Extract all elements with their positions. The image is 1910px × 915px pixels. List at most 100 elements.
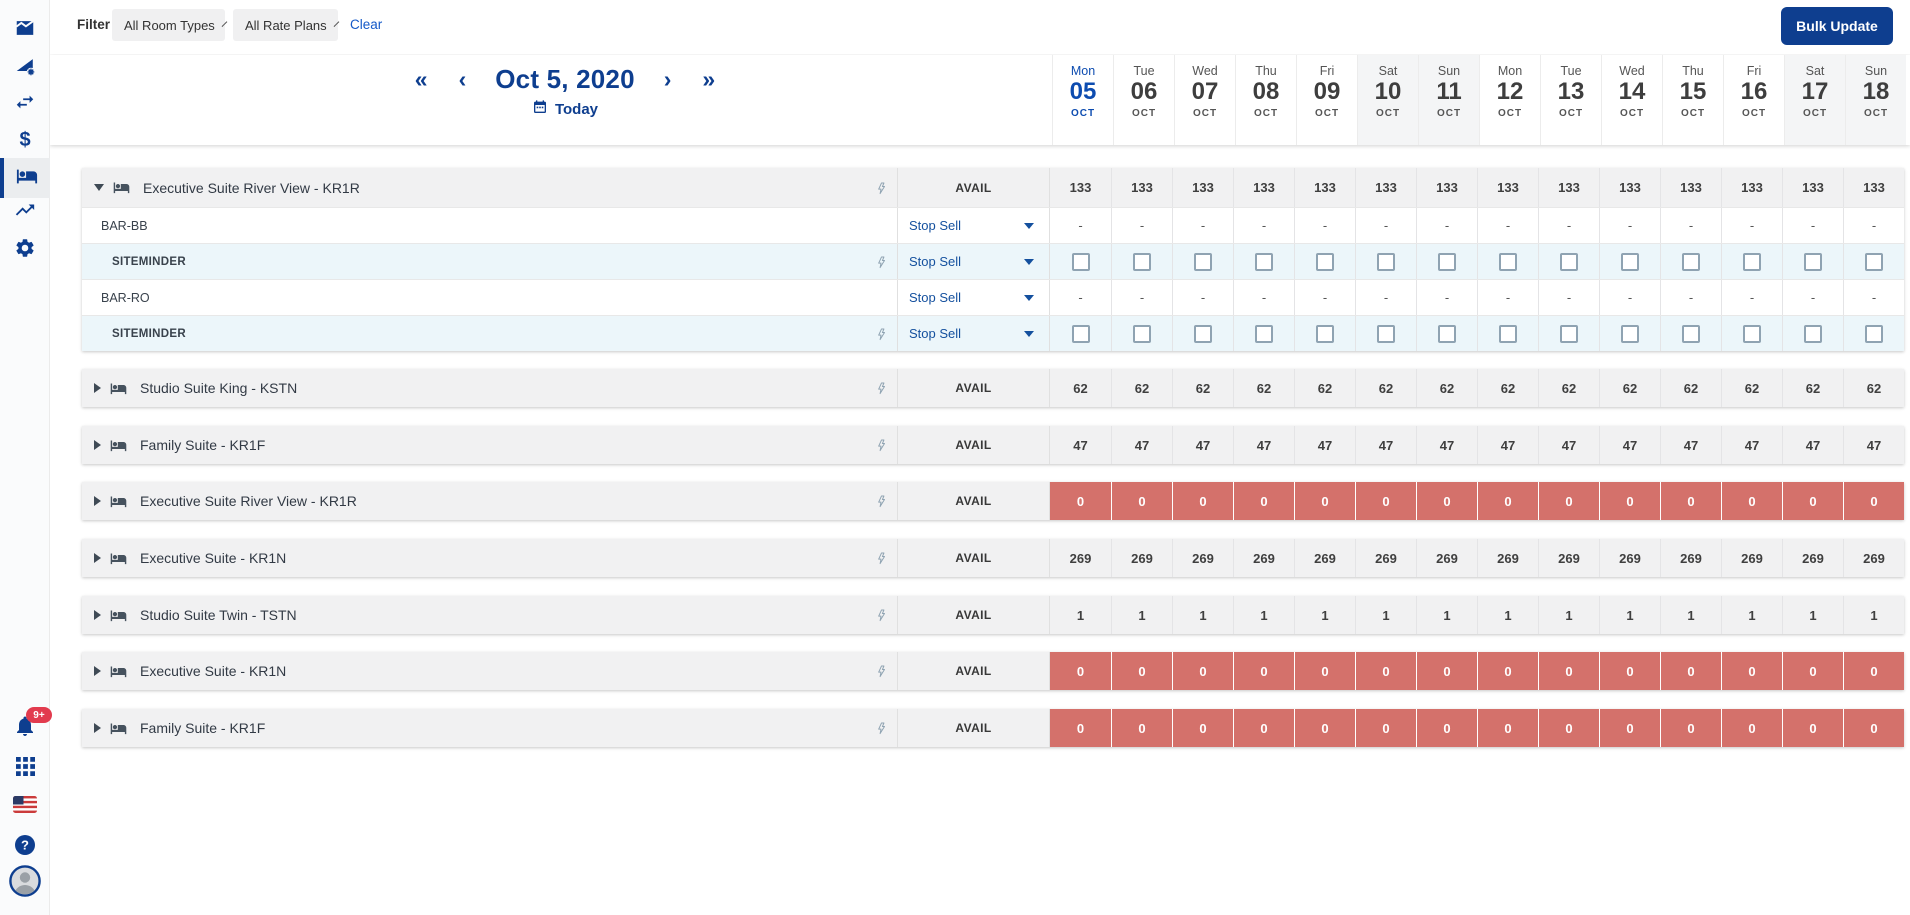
stop-sell-checkbox[interactable] [1560, 324, 1578, 343]
sidebar-item-help[interactable]: ? [0, 829, 50, 865]
stop-sell-checkbox[interactable] [1682, 324, 1700, 343]
stop-sell-cell[interactable] [1050, 244, 1111, 279]
sidebar-item-trending-up[interactable] [0, 194, 50, 230]
sidebar-item-rooms-bed[interactable] [0, 158, 50, 198]
stop-sell-cell[interactable] [1660, 244, 1721, 279]
stop-sell-checkbox[interactable] [1194, 252, 1212, 271]
stop-sell-checkbox[interactable] [1499, 324, 1517, 343]
stop-sell-checkbox[interactable] [1377, 252, 1395, 271]
clear-filters-link[interactable]: Clear [350, 17, 382, 32]
stop-sell-checkbox[interactable] [1255, 252, 1273, 271]
last-page-icon[interactable]: » [700, 68, 717, 91]
stop-sell-checkbox[interactable] [1560, 252, 1578, 271]
chevron-down-icon [221, 20, 228, 27]
stop-sell-cell[interactable] [1172, 316, 1233, 351]
stop-sell-checkbox[interactable] [1316, 252, 1334, 271]
rate-cell: - [1599, 208, 1660, 243]
stop-sell-cell[interactable] [1050, 316, 1111, 351]
expand-caret-icon[interactable] [94, 723, 101, 733]
stop-sell-cell[interactable] [1294, 244, 1355, 279]
availability-cell: 133 [1599, 168, 1660, 207]
date-column-header: Thu 08 OCT [1235, 55, 1296, 145]
stop-sell-checkbox[interactable] [1682, 252, 1700, 271]
stop-sell-checkbox[interactable] [1438, 252, 1456, 271]
stop-sell-checkbox[interactable] [1621, 252, 1639, 271]
sidebar-item-swap-horizontal[interactable] [0, 86, 50, 122]
stop-sell-cell[interactable] [1477, 316, 1538, 351]
expand-caret-icon[interactable] [94, 383, 101, 393]
stop-sell-cell[interactable] [1111, 316, 1172, 351]
stop-sell-cell[interactable] [1721, 244, 1782, 279]
stop-sell-cell[interactable] [1233, 244, 1294, 279]
expand-caret-icon[interactable] [94, 610, 101, 620]
availability-cell: 47 [1843, 426, 1904, 464]
stop-sell-cell[interactable] [1538, 316, 1599, 351]
stop-sell-checkbox[interactable] [1133, 324, 1151, 343]
prev-day-icon[interactable]: ‹ [457, 68, 469, 91]
expand-caret-icon[interactable] [94, 553, 101, 563]
stop-sell-cell[interactable] [1111, 244, 1172, 279]
stop-sell-dropdown[interactable]: Stop Sell [897, 280, 1050, 315]
sidebar-item-area-chart[interactable] [0, 12, 50, 48]
first-page-icon[interactable]: « [413, 68, 430, 91]
stop-sell-checkbox[interactable] [1865, 324, 1883, 343]
sidebar-item-settings-gear[interactable] [0, 232, 50, 268]
expand-caret-icon[interactable] [94, 440, 101, 450]
expand-caret-icon[interactable] [94, 496, 101, 506]
date-month: OCT [1741, 107, 1767, 119]
stop-sell-checkbox[interactable] [1743, 324, 1761, 343]
expand-caret-icon[interactable] [94, 666, 101, 676]
stop-sell-checkbox[interactable] [1804, 324, 1822, 343]
sidebar-item-apps-grid[interactable] [0, 751, 50, 787]
stop-sell-cell[interactable] [1355, 316, 1416, 351]
stop-sell-cell[interactable] [1538, 244, 1599, 279]
sidebar-item-avatar[interactable] [0, 864, 50, 901]
stop-sell-cell[interactable] [1782, 316, 1843, 351]
stop-sell-cell[interactable] [1599, 244, 1660, 279]
stop-sell-cell[interactable] [1721, 316, 1782, 351]
stop-sell-dropdown[interactable]: Stop Sell [897, 208, 1050, 243]
avail-label: AVAIL [955, 494, 992, 508]
rate-plans-dropdown[interactable]: All Rate Plans [233, 9, 339, 41]
stop-sell-checkbox[interactable] [1071, 252, 1090, 271]
stop-sell-checkbox[interactable] [1621, 324, 1639, 343]
room-types-dropdown[interactable]: All Room Types [112, 9, 228, 41]
stop-sell-dropdown[interactable]: Stop Sell [897, 316, 1050, 351]
flash-icon [865, 244, 897, 279]
stop-sell-cell[interactable] [1416, 316, 1477, 351]
stop-sell-checkbox[interactable] [1133, 252, 1151, 271]
stop-sell-checkbox[interactable] [1438, 324, 1456, 343]
stop-sell-checkbox[interactable] [1743, 252, 1761, 271]
stop-sell-checkbox[interactable] [1071, 324, 1090, 343]
stop-sell-checkbox[interactable] [1316, 324, 1334, 343]
stop-sell-cell[interactable] [1355, 244, 1416, 279]
date-dow: Mon [1497, 64, 1523, 78]
stop-sell-cell[interactable] [1843, 316, 1904, 351]
stop-sell-dropdown[interactable]: Stop Sell [897, 244, 1050, 279]
next-day-icon[interactable]: › [662, 68, 674, 91]
sidebar-item-bell[interactable]: 9+ [0, 707, 52, 746]
stop-sell-cell[interactable] [1233, 316, 1294, 351]
empty-value-dash: - [1383, 290, 1389, 305]
collapse-caret-icon[interactable] [94, 184, 104, 191]
stop-sell-checkbox[interactable] [1194, 324, 1212, 343]
stop-sell-cell[interactable] [1660, 316, 1721, 351]
stop-sell-checkbox[interactable] [1255, 324, 1273, 343]
sidebar-item-us-flag[interactable] [0, 789, 50, 825]
bulk-update-button[interactable]: Bulk Update [1781, 7, 1893, 45]
stop-sell-cell[interactable] [1294, 316, 1355, 351]
stop-sell-checkbox[interactable] [1804, 252, 1822, 271]
rate-cell: - [1782, 280, 1843, 315]
stop-sell-checkbox[interactable] [1377, 324, 1395, 343]
stop-sell-cell[interactable] [1477, 244, 1538, 279]
stop-sell-checkbox[interactable] [1499, 252, 1517, 271]
stop-sell-cell[interactable] [1843, 244, 1904, 279]
stop-sell-checkbox[interactable] [1865, 252, 1883, 271]
stop-sell-cell[interactable] [1782, 244, 1843, 279]
sidebar-item-dollar[interactable]: $ [0, 122, 50, 158]
stop-sell-cell[interactable] [1416, 244, 1477, 279]
stop-sell-cell[interactable] [1599, 316, 1660, 351]
sidebar-item-trend-settings[interactable] [0, 50, 50, 86]
today-button[interactable]: Today [340, 99, 790, 119]
stop-sell-cell[interactable] [1172, 244, 1233, 279]
